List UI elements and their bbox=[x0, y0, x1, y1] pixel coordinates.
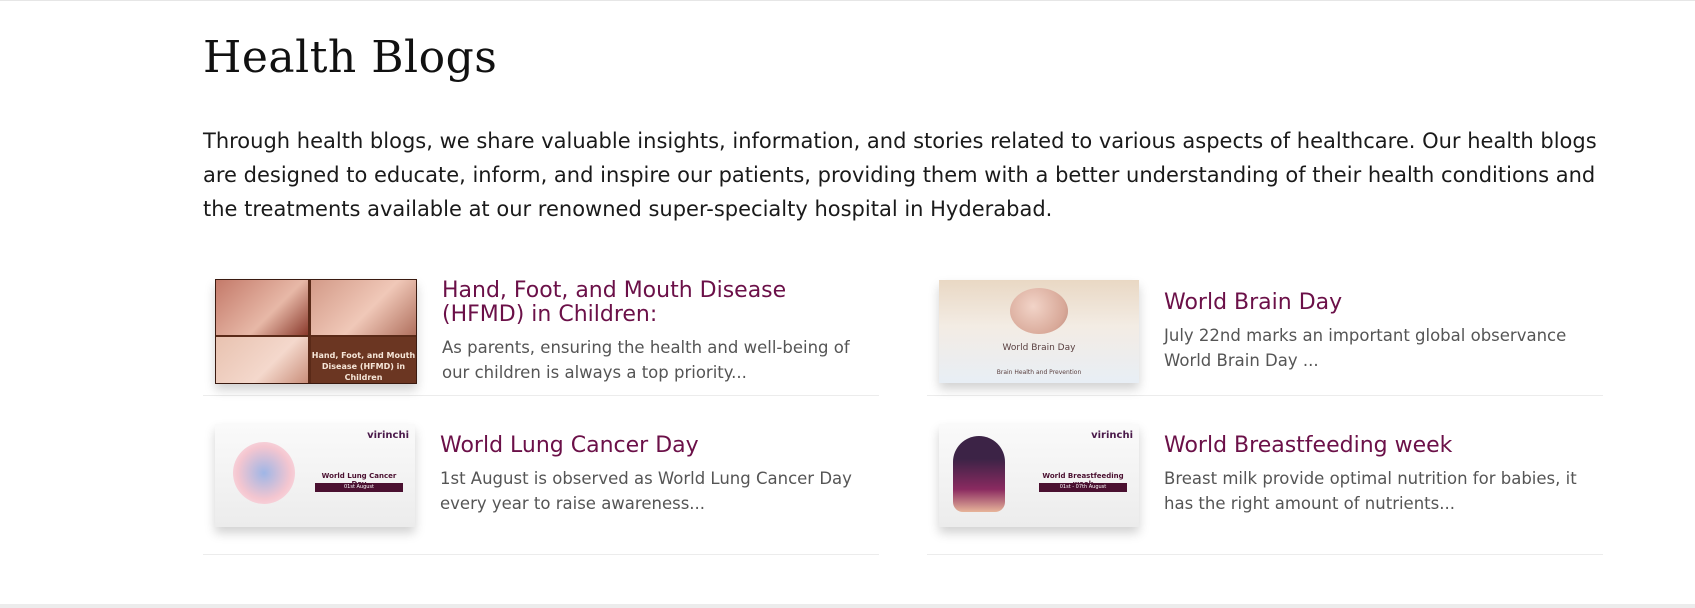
blog-title-link[interactable]: World Breastfeeding week bbox=[1164, 434, 1591, 458]
blog-card-brain-day[interactable]: World Brain Day Brain Health and Prevent… bbox=[927, 268, 1603, 396]
blog-excerpt: As parents, ensuring the health and well… bbox=[442, 337, 850, 382]
thumbnail-subcaption: Brain Health and Prevention bbox=[996, 369, 1082, 376]
blog-card-hfmd[interactable]: Hand, Foot, and Mouth Disease (HFMD) in … bbox=[203, 268, 879, 396]
thumbnail-date: 01st August bbox=[315, 482, 403, 492]
thumbnail-caption: Hand, Foot, and Mouth Disease (HFMD) in … bbox=[311, 351, 416, 382]
virinchi-logo: virinchi bbox=[1091, 429, 1133, 441]
blog-excerpt: Breast milk provide optimal nutrition fo… bbox=[1164, 469, 1577, 513]
thumbnail-date: 01st - 07th August bbox=[1039, 482, 1127, 492]
blog-excerpt: July 22nd marks an important global obse… bbox=[1164, 325, 1567, 370]
blog-thumbnail-breastfeeding[interactable]: virinchi World Breastfeeding week 01st -… bbox=[939, 423, 1139, 527]
intro-paragraph: Through health blogs, we share valuable … bbox=[203, 129, 1597, 221]
top-divider bbox=[0, 0, 1695, 1]
blog-thumbnail-hfmd[interactable]: Hand, Foot, and Mouth Disease (HFMD) in … bbox=[215, 279, 417, 384]
health-blogs-section: Health Blogs Through health blogs, we sh… bbox=[203, 30, 1603, 555]
blog-card-lung-cancer[interactable]: virinchi World Lung Cancer Day 01st Augu… bbox=[203, 396, 879, 555]
thumbnail-caption: World Brain Day bbox=[1002, 343, 1076, 353]
page-title: Health Blogs bbox=[203, 32, 498, 83]
blog-title-link[interactable]: Hand, Foot, and Mouth Disease (HFMD) in … bbox=[442, 278, 867, 327]
blog-thumbnail-brain-day[interactable]: World Brain Day Brain Health and Prevent… bbox=[939, 280, 1139, 383]
lungs-icon bbox=[233, 441, 295, 504]
mother-illustration-icon bbox=[953, 435, 1005, 512]
blog-title-link[interactable]: World Lung Cancer Day bbox=[440, 434, 867, 458]
bottom-divider bbox=[0, 604, 1695, 608]
blog-excerpt: 1st August is observed as World Lung Can… bbox=[440, 469, 852, 513]
blog-grid: Hand, Foot, and Mouth Disease (HFMD) in … bbox=[203, 268, 1603, 555]
blog-card-breastfeeding[interactable]: virinchi World Breastfeeding week 01st -… bbox=[927, 396, 1603, 555]
blog-thumbnail-lung-cancer[interactable]: virinchi World Lung Cancer Day 01st Augu… bbox=[215, 423, 415, 527]
brain-icon bbox=[1010, 288, 1068, 334]
blog-title-link[interactable]: World Brain Day bbox=[1164, 290, 1591, 315]
virinchi-logo: virinchi bbox=[367, 429, 409, 441]
